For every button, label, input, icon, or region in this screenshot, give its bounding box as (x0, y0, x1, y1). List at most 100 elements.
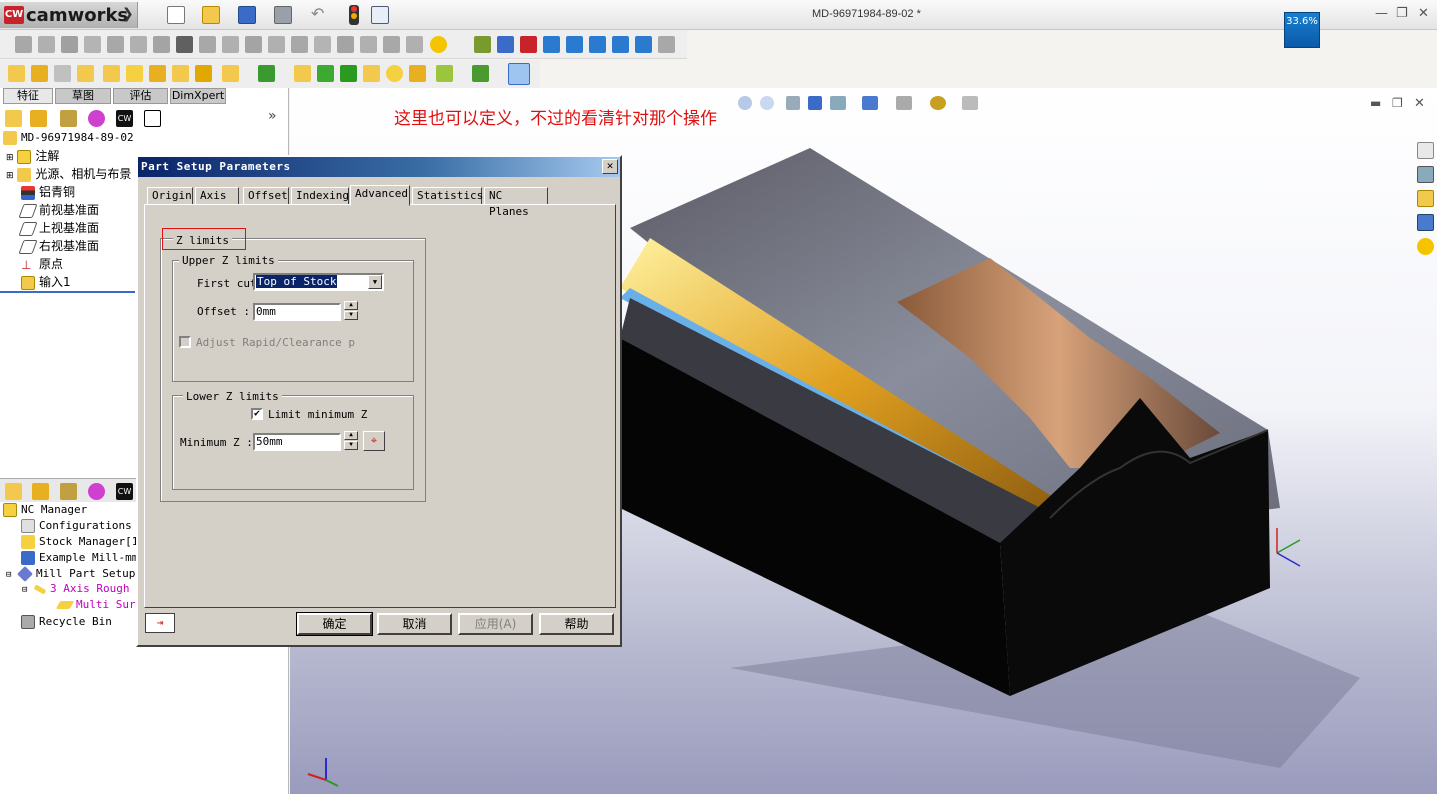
toolbar-tool-icon[interactable] (15, 36, 32, 53)
expand-icon[interactable]: ⊞ (6, 153, 14, 163)
ok-button[interactable]: 确定 (296, 612, 373, 636)
close-icon[interactable]: ✕ (1418, 6, 1429, 21)
toolbar-tool-icon[interactable] (520, 36, 537, 53)
toolbar-tool-icon[interactable] (84, 36, 101, 53)
toolbar-tool-icon[interactable] (8, 65, 25, 82)
feature-manager-icon[interactable] (5, 483, 22, 500)
view-orientation-icon[interactable] (830, 96, 846, 110)
print-icon[interactable] (274, 6, 292, 24)
tree-item-right-plane[interactable]: 右视基准面 (18, 237, 99, 255)
toolbar-tool-icon[interactable] (294, 65, 311, 82)
dimxpert-manager-icon[interactable] (88, 483, 105, 500)
toolbar-tool-icon[interactable] (222, 36, 239, 53)
toolbar-tool-icon[interactable] (61, 36, 78, 53)
panel-splitter[interactable] (0, 291, 135, 293)
tree-item-recycle-bin[interactable]: Recycle Bin (21, 613, 112, 631)
traffic-light-rebuild-icon[interactable] (349, 5, 359, 25)
toolbar-tool-icon[interactable] (508, 63, 530, 85)
undo-icon[interactable]: ↶ (311, 4, 324, 23)
toolbar-tool-icon[interactable] (472, 65, 489, 82)
toolbar-tool-icon[interactable] (314, 36, 331, 53)
appearances-icon[interactable] (1417, 238, 1434, 255)
pick-point-icon[interactable]: ⌖ (363, 431, 385, 451)
feature-manager-icon[interactable] (5, 110, 22, 127)
file-explorer-icon[interactable] (1417, 190, 1434, 207)
save-icon[interactable] (238, 6, 256, 24)
tab-nc-planes[interactable]: NC Planes (484, 187, 548, 218)
toolbar-tool-icon[interactable] (337, 36, 354, 53)
toolbar-tool-icon[interactable] (153, 36, 170, 53)
expand-panel-icon[interactable]: » (268, 108, 277, 124)
tree-item-import[interactable]: 输入1 (21, 273, 71, 291)
tab-axis[interactable]: Axis (195, 187, 239, 205)
minimum-z-spin-up-icon[interactable]: ▲ (344, 431, 358, 440)
view-palette-icon[interactable] (1417, 214, 1434, 231)
tab-indexing[interactable]: Indexing (291, 187, 349, 205)
tree-item-lights[interactable]: ⊞ 光源、相机与布景 (6, 165, 131, 183)
help-icon[interactable] (430, 36, 447, 53)
exit-setup-icon[interactable]: ⇥ (145, 613, 175, 633)
app-logo-menu[interactable]: CW camworks ❯ (0, 2, 138, 28)
collapse-icon[interactable]: ⊟ (22, 585, 27, 595)
offset-spin-down-icon[interactable]: ▼ (344, 311, 358, 320)
collapse-icon[interactable]: ⊟ (6, 570, 11, 580)
toolbar-tool-icon[interactable] (77, 65, 94, 82)
toolbar-tool-icon[interactable] (291, 36, 308, 53)
tab-dimxpert[interactable]: DimXpert (170, 88, 226, 104)
hide-show-icon[interactable] (896, 96, 912, 110)
camworks-tab-icon[interactable]: CW (116, 483, 133, 500)
offset-input[interactable]: 0mm (253, 303, 341, 321)
previous-view-icon[interactable] (786, 96, 800, 110)
viewport-close-icon[interactable]: ✕ (1414, 96, 1425, 111)
dialog-close-icon[interactable]: ✕ (602, 159, 618, 174)
configuration-manager-icon[interactable] (60, 483, 77, 500)
toolbar-tool-icon[interactable] (149, 65, 166, 82)
toolbar-tool-icon[interactable] (130, 36, 147, 53)
minimize-icon[interactable]: — (1375, 6, 1388, 21)
tab-origin[interactable]: Origin (147, 187, 193, 205)
library-icon[interactable] (1417, 166, 1434, 183)
toolbar-tool-icon[interactable] (126, 65, 143, 82)
options-icon[interactable] (371, 6, 389, 24)
apply-button[interactable]: 应用(A) (458, 613, 533, 635)
toolbar-tool-icon[interactable] (566, 36, 583, 53)
scene-icon[interactable] (962, 96, 978, 110)
expand-icon[interactable]: ⊞ (6, 171, 14, 181)
limit-minimum-z-checkbox[interactable]: ✔ (251, 408, 263, 420)
tab-advanced[interactable]: Advanced (350, 185, 410, 206)
toolbar-tool-icon[interactable] (107, 36, 124, 53)
toolbar-tool-icon[interactable] (543, 36, 560, 53)
minimum-z-input[interactable]: 50mm (253, 433, 341, 451)
toolbar-tool-icon[interactable] (360, 36, 377, 53)
toolbar-tool-icon[interactable] (409, 65, 426, 82)
toolbar-tool-icon[interactable] (195, 65, 212, 82)
dimxpert-manager-icon[interactable] (88, 110, 105, 127)
toolbar-tool-icon[interactable] (103, 65, 120, 82)
toolbar-tool-icon[interactable] (258, 65, 275, 82)
tree-item-annotations[interactable]: ⊞ 注解 (6, 147, 59, 165)
tab-features[interactable]: 特征 (3, 88, 53, 104)
toolbar-tool-icon[interactable] (612, 36, 629, 53)
first-cut-select[interactable]: Top of Stock ▼ (253, 273, 384, 291)
adjust-rapid-checkbox[interactable] (179, 336, 191, 348)
section-view-icon[interactable] (808, 96, 822, 110)
tab-evaluate[interactable]: 评估 (113, 88, 168, 104)
home-icon[interactable] (1417, 142, 1434, 159)
tree-item-multi-surface[interactable]: Multi Surf (55, 596, 142, 614)
new-document-icon[interactable] (167, 6, 185, 24)
zoom-to-fit-icon[interactable] (738, 96, 752, 110)
toolbar-tool-icon[interactable] (436, 65, 453, 82)
display-style-icon[interactable] (862, 96, 878, 110)
help-button[interactable]: 帮助 (539, 613, 614, 635)
camworks-tool-icon[interactable] (144, 110, 161, 127)
property-manager-icon[interactable] (30, 110, 47, 127)
tree-item-front-plane[interactable]: 前视基准面 (18, 201, 99, 219)
toolbar-tool-icon[interactable] (222, 65, 239, 82)
toolbar-tool-icon[interactable] (245, 36, 262, 53)
toolbar-tool-icon[interactable] (38, 36, 55, 53)
offset-spin-up-icon[interactable]: ▲ (344, 301, 358, 310)
toolbar-tool-icon[interactable] (54, 65, 71, 82)
tree-item-origin[interactable]: ⊥ 原点 (21, 255, 63, 273)
toolbar-tool-icon[interactable] (172, 65, 189, 82)
viewport-minimize-icon[interactable]: ▬ (1370, 96, 1381, 110)
